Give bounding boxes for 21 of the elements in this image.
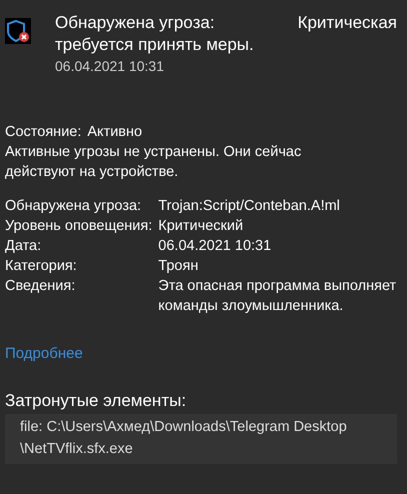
affected-heading: Затронутые элементы:	[5, 390, 188, 412]
field-label: Категория:	[5, 257, 78, 276]
severity-label: Критическая	[298, 12, 397, 34]
field-value: Эта опасная программа выполняет команды злоумышленника.	[158, 277, 398, 316]
field-value: Троян	[158, 257, 200, 276]
field-label: Сведения:	[5, 277, 76, 296]
field-label: Состояние:	[5, 123, 82, 142]
alert-title: Обнаружена угроза:	[55, 12, 215, 34]
field-value: Критический	[158, 217, 244, 236]
field-label: Дата:	[5, 237, 42, 256]
alert-subtitle: требуется принять меры.	[55, 34, 255, 56]
more-info-link[interactable]: Подробнее	[5, 344, 83, 364]
alert-timestamp: 06.04.2021 10:31	[55, 57, 165, 76]
file-path: file: C:\Users\Ахмед\Downloads\Telegram Desktop \NetTVflix.sfx.exe	[5, 414, 397, 464]
field-label: Обнаружена угроза:	[5, 197, 142, 216]
shield-icon	[5, 18, 31, 44]
status-description: Активные угрозы не устранены. Они сейчас действуют на устройстве.	[5, 143, 302, 182]
field-value: 06.04.2021 10:31	[158, 237, 272, 256]
field-value: Trojan:Script/Conteban.A!ml	[158, 197, 341, 216]
field-label: Уровень оповещения:	[5, 217, 152, 236]
field-value: Активно	[87, 123, 144, 142]
